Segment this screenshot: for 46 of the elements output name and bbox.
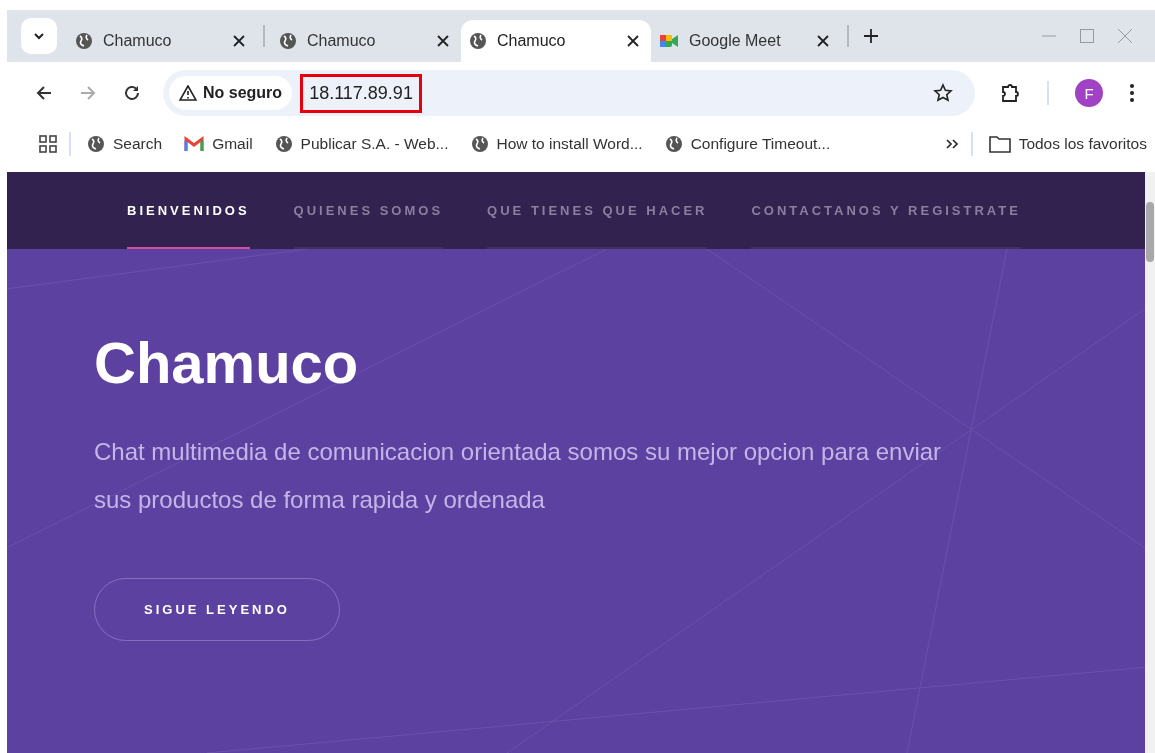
- chevron-double-right-icon[interactable]: [944, 137, 959, 151]
- browser-tab[interactable]: Chamuco: [67, 20, 257, 62]
- security-chip[interactable]: No seguro: [169, 76, 293, 110]
- profile-avatar[interactable]: F: [1075, 79, 1103, 107]
- close-icon[interactable]: [233, 35, 245, 47]
- folder-icon: [988, 135, 1011, 153]
- address-bar[interactable]: No seguro 18.117.89.91: [163, 70, 975, 116]
- security-label: No seguro: [203, 84, 283, 102]
- scrollbar[interactable]: [1145, 172, 1155, 753]
- apps-grid-icon[interactable]: [39, 135, 57, 153]
- bookmark-folder[interactable]: Todos los favoritos: [988, 135, 1147, 153]
- chevron-down-icon: [33, 30, 45, 42]
- url-text: 18.117.89.91: [300, 73, 422, 113]
- browser-tab[interactable]: Chamuco: [461, 20, 651, 62]
- warning-icon: [179, 85, 197, 101]
- bookmark-item[interactable]: Search: [87, 135, 163, 153]
- globe-icon: [75, 32, 93, 50]
- globe-icon: [87, 135, 105, 153]
- more-menu-icon[interactable]: [1129, 83, 1135, 103]
- back-arrow-icon[interactable]: [35, 84, 53, 102]
- browser-tab[interactable]: Google Meet: [651, 20, 841, 62]
- bookmark-item[interactable]: Publicar S.A. - Web...: [274, 135, 449, 153]
- close-icon[interactable]: [627, 35, 639, 47]
- globe-icon: [279, 32, 297, 50]
- hero-subtitle: Chat multimedia de comunicacion orientada somos su mejor opcion para enviar sus productos de forma rapida y ordenada: [94, 437, 943, 515]
- bookmark-item[interactable]: Configure Timeout...: [664, 135, 831, 153]
- tab-title: Chamuco: [103, 32, 173, 50]
- puzzle-piece-icon[interactable]: [999, 82, 1021, 104]
- tab-title: Chamuco: [307, 32, 377, 50]
- video-camera-icon: [659, 33, 679, 49]
- tab-title: Google Meet: [689, 32, 782, 50]
- bookmark-item[interactable]: How to install Word...: [470, 135, 643, 153]
- new-tab-icon[interactable]: [863, 28, 879, 44]
- globe-icon: [469, 32, 487, 50]
- hero-title: Chamuco: [94, 329, 360, 396]
- bookmark-item[interactable]: Gmail: [184, 135, 253, 153]
- star-icon[interactable]: [933, 83, 953, 103]
- tab-title: Chamuco: [497, 32, 567, 50]
- close-icon[interactable]: [437, 35, 449, 47]
- globe-icon: [274, 135, 293, 153]
- browser-tab[interactable]: Chamuco: [271, 20, 461, 62]
- close-icon[interactable]: [817, 35, 829, 47]
- reload-icon[interactable]: [123, 84, 141, 102]
- globe-icon: [664, 135, 683, 153]
- mail-icon: [184, 136, 205, 152]
- globe-icon: [470, 135, 489, 153]
